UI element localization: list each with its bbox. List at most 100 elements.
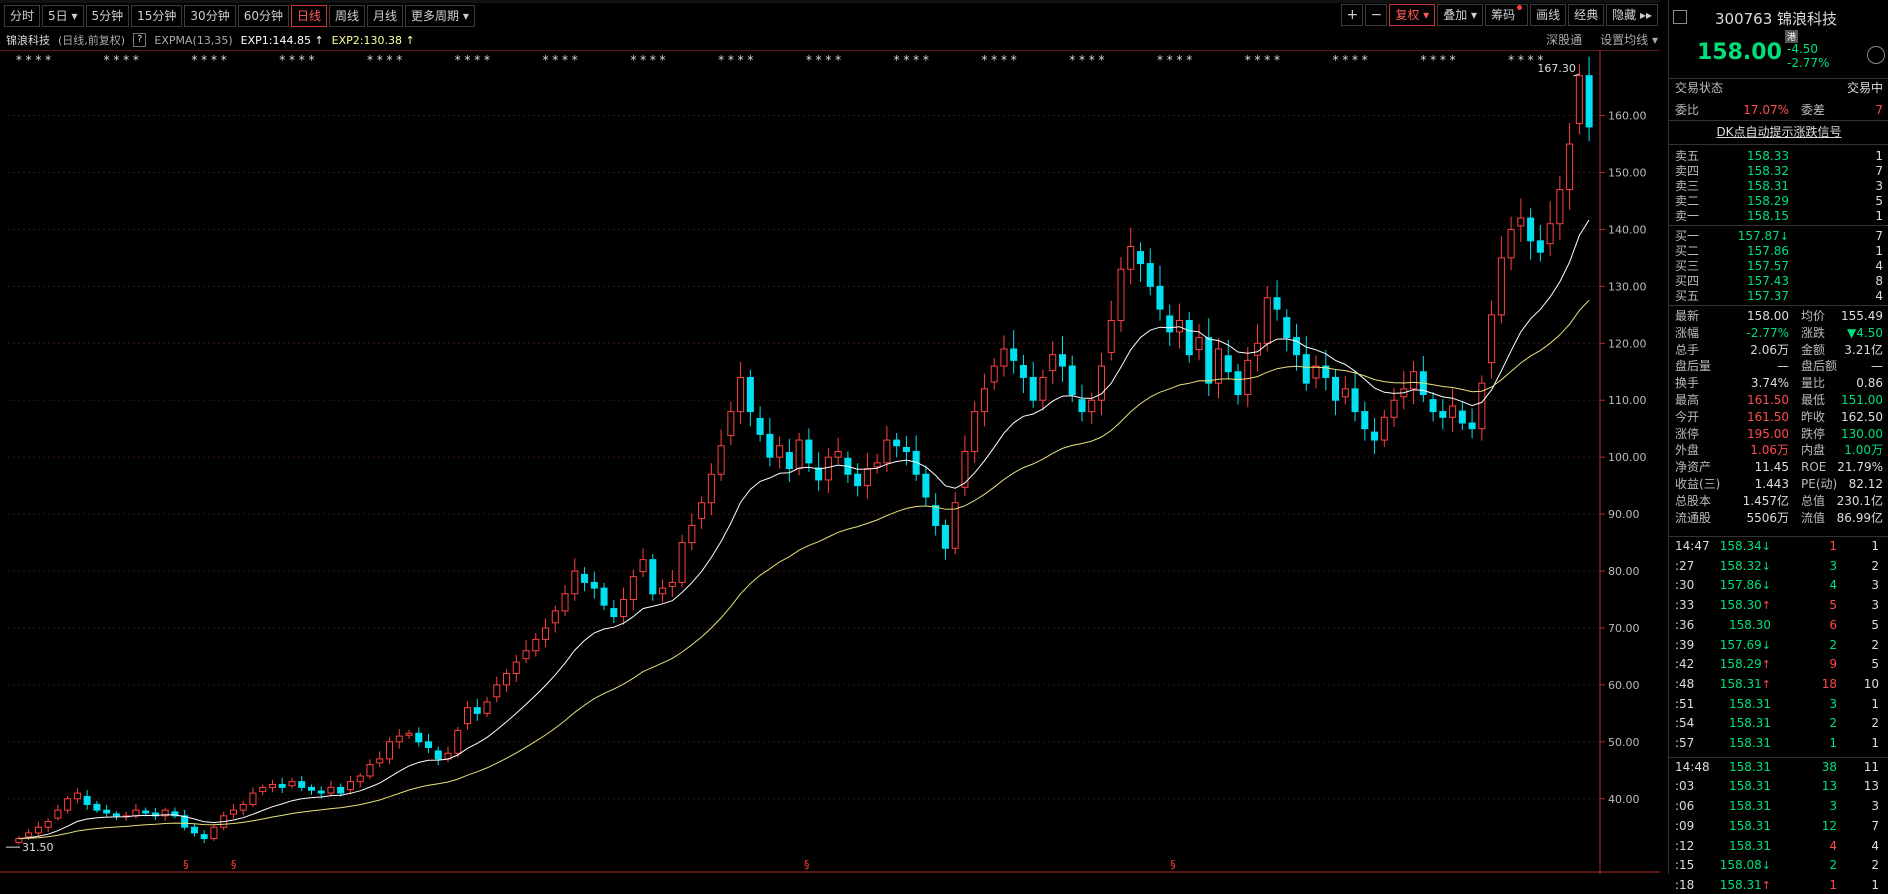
stat-label: 盘后量	[1675, 359, 1712, 374]
ask-price[interactable]: 158.32	[1727, 163, 1789, 179]
candle-body	[1458, 410, 1466, 424]
signal-link[interactable]: DK点自动提示涨跌信号	[1669, 124, 1888, 140]
overlay-button[interactable]: 叠加 ▾	[1437, 4, 1484, 26]
candle-body	[1536, 240, 1544, 253]
stat-label: 净资产	[1675, 460, 1712, 475]
candle-body	[346, 781, 355, 791]
candle-body	[551, 610, 559, 624]
candle-body	[366, 764, 374, 777]
tick-price: 158.31	[1729, 716, 1771, 731]
candle-body	[727, 411, 735, 437]
candle-body	[1127, 245, 1135, 270]
ask-price[interactable]: 158.33	[1727, 148, 1789, 164]
period-monthly[interactable]: 月线	[367, 5, 404, 27]
tick-row: :06 158.31 3 3	[1675, 798, 1883, 814]
candle-body	[542, 627, 550, 640]
stat-value: 2.06万	[1750, 342, 1789, 357]
tick-price: 157.69↓	[1719, 637, 1771, 652]
candle-body	[1302, 354, 1310, 384]
refresh-icon[interactable]	[1867, 46, 1885, 64]
chips-button[interactable]: 筹码	[1485, 4, 1529, 26]
candle-body	[737, 376, 745, 413]
ask-volume: 7	[1875, 164, 1883, 178]
tick-volume: 1	[1829, 539, 1837, 553]
stat-row: 换手 3.74% 量比 0.86	[1675, 375, 1883, 391]
candle-body	[1224, 355, 1232, 373]
period-weekly[interactable]: 周线	[329, 5, 366, 27]
candle-body	[1010, 348, 1018, 361]
tick-count: 1	[1871, 877, 1879, 892]
candle-body	[1107, 320, 1115, 353]
candlestick-chart[interactable]: 40.00 50.00 60.00 70.00 80.00 90.00 100.00 110.…	[0, 50, 1660, 874]
candle-body	[15, 838, 23, 843]
event-star-marker: *	[474, 53, 480, 67]
classic-button[interactable]: 经典	[1568, 4, 1605, 26]
candle-body	[34, 826, 42, 834]
help-icon[interactable]: ?	[133, 33, 147, 47]
stat-value: 195.00	[1747, 426, 1789, 441]
quote-panel: 300763 锦浪科技 港 158.00 -4.50 -2.77% 交易状态 交易中…	[1668, 0, 1888, 892]
candle-body	[649, 559, 657, 595]
tick-volume: 3	[1829, 696, 1837, 711]
event-star-marker: *	[26, 53, 32, 67]
tick-price: 158.34↓	[1719, 539, 1771, 553]
stat-label: 金额	[1801, 342, 1826, 357]
period-5min[interactable]: 5分钟	[85, 5, 130, 27]
tick-row: :15 158.08↓ 2 2	[1675, 857, 1883, 873]
ask-row: 卖四 158.32 7	[1675, 163, 1883, 179]
y-tick-label: 80.00	[1608, 565, 1640, 578]
period-more[interactable]: 更多周期 ▾	[405, 5, 475, 27]
y-tick-label: 150.00	[1608, 166, 1647, 179]
candle-body	[142, 810, 150, 814]
tick-count: 3	[1871, 598, 1879, 613]
ma-settings-link[interactable]: 设置均线 ▾	[1600, 30, 1658, 50]
panel-toggle-icon[interactable]	[1673, 10, 1687, 24]
candle-body	[932, 505, 940, 526]
candle-body	[1566, 143, 1574, 191]
candle-body	[307, 786, 315, 791]
ask-price[interactable]: 158.29	[1727, 193, 1789, 209]
draw-line-button[interactable]: 画线	[1530, 4, 1567, 26]
indicator-name[interactable]: EXPMA(13,35)	[154, 34, 232, 47]
period-fenshi[interactable]: 分时	[4, 5, 41, 27]
stat-label: ROE	[1801, 460, 1827, 475]
period-5day[interactable]: 5日 ▾	[42, 5, 84, 27]
last-price: 158.00	[1697, 40, 1782, 65]
stat-label: 盘后额	[1801, 359, 1838, 374]
candle-body	[190, 826, 198, 834]
zoom-out-icon[interactable]: −	[1365, 4, 1388, 26]
stat-value: 1.00万	[1844, 443, 1883, 458]
ask-price[interactable]: 158.15	[1727, 208, 1789, 224]
bid-price[interactable]: 157.37	[1727, 288, 1789, 305]
divider	[1669, 756, 1888, 758]
candle-body	[1517, 217, 1525, 227]
period-15min[interactable]: 15分钟	[131, 5, 183, 27]
hk-connect-link[interactable]: 深股通	[1546, 30, 1582, 50]
stat-label: 内盘	[1801, 443, 1826, 458]
tick-price: 158.31	[1729, 799, 1771, 814]
ask-price[interactable]: 158.31	[1727, 178, 1789, 194]
stat-value: 1.06万	[1750, 443, 1789, 458]
candle-body	[1390, 399, 1398, 418]
zoom-in-icon[interactable]: +	[1341, 4, 1364, 26]
fuquan-button[interactable]: 复权 ▾	[1389, 4, 1436, 26]
candle-body	[1078, 399, 1086, 413]
period-daily[interactable]: 日线	[290, 5, 327, 27]
period-60min[interactable]: 60分钟	[237, 5, 289, 27]
tick-time: :48	[1675, 676, 1695, 691]
event-star-marker: *	[133, 53, 139, 67]
ask-volume: 3	[1875, 179, 1883, 193]
stat-value: 21.79%	[1837, 460, 1883, 475]
event-star-marker: *	[640, 53, 646, 67]
event-star-marker: *	[923, 53, 929, 67]
tick-row: :39 157.69↓ 2 2	[1675, 637, 1883, 653]
stat-value: ▼4.50	[1847, 325, 1883, 340]
period-30min[interactable]: 30分钟	[184, 5, 236, 27]
event-star-marker: *	[367, 53, 373, 67]
quote-header: 300763 锦浪科技 港 158.00 -4.50 -2.77%	[1669, 0, 1888, 70]
hide-button[interactable]: 隐藏 ▸▸	[1606, 4, 1658, 26]
candle-body	[259, 786, 267, 792]
candle-body	[883, 439, 891, 464]
tick-row: :57 158.31 1 1	[1675, 735, 1883, 751]
stat-label: 总手	[1675, 342, 1700, 357]
